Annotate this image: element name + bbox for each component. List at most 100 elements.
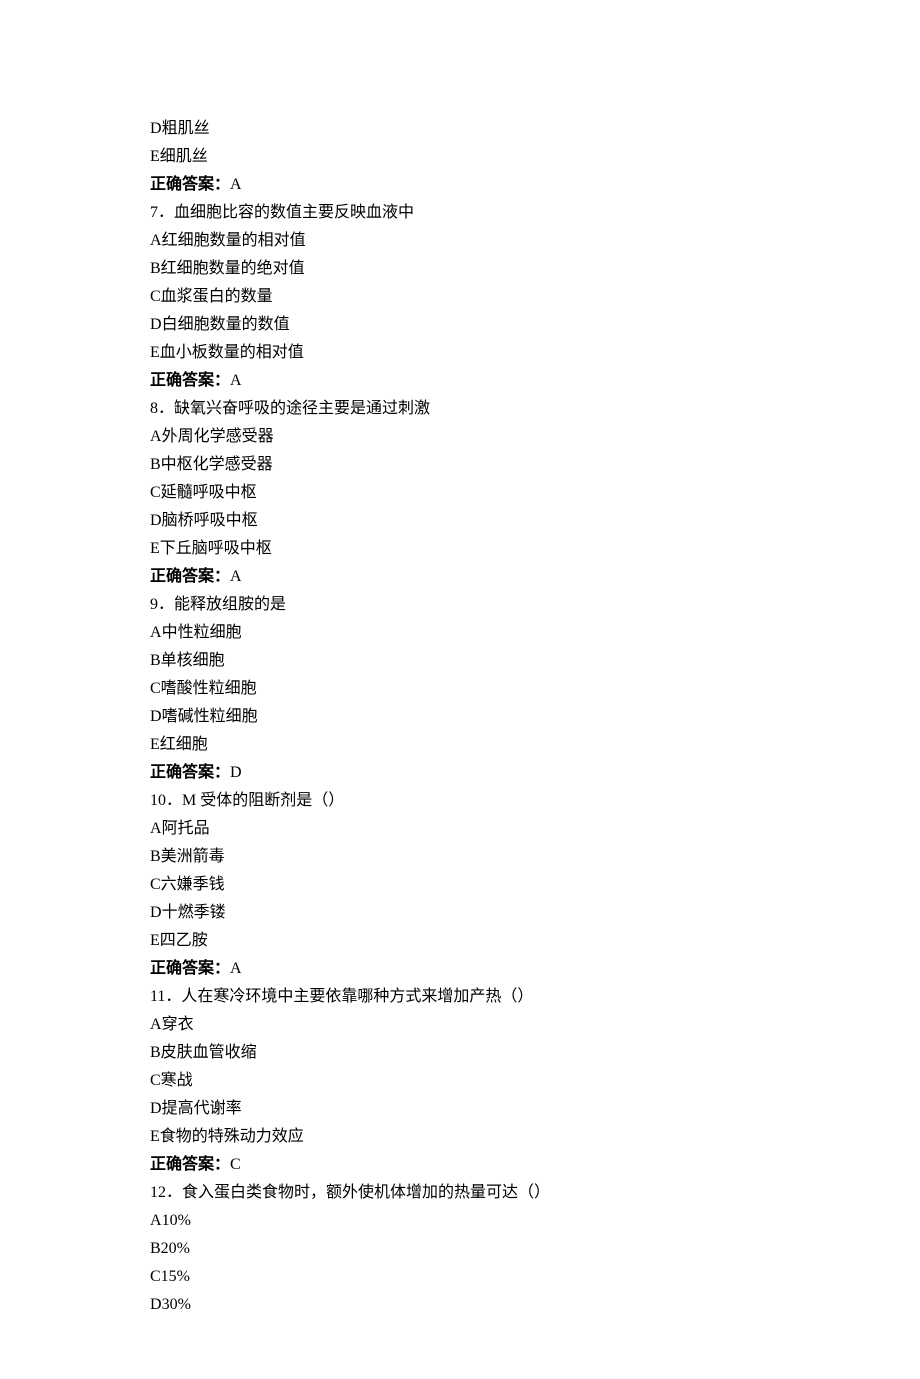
- option-label: A: [150, 1212, 162, 1229]
- question-sep: ．: [158, 204, 174, 221]
- question-text: 缺氧兴奋呼吸的途径主要是通过刺激: [174, 400, 430, 417]
- answer-line: 正确答案：A: [150, 367, 770, 395]
- option-line: B中枢化学感受器: [150, 451, 770, 479]
- answer-label: 正确答案：: [150, 1156, 230, 1173]
- question-number: 8: [150, 395, 158, 423]
- question-text: 食入蛋白类食物时，额外使机体增加的热量可达（）: [182, 1184, 550, 1201]
- answer-value: A: [230, 372, 242, 389]
- option-label: C: [150, 876, 161, 893]
- question-text: 能释放组胺的是: [174, 596, 286, 613]
- option-line: D十燃季镂: [150, 899, 770, 927]
- option-label: C: [150, 1072, 161, 1089]
- option-line: E细肌丝: [150, 143, 770, 171]
- question-text: 血细胞比容的数值主要反映血液中: [174, 204, 414, 221]
- option-text: 中性粒细胞: [162, 624, 242, 641]
- option-text: 20%: [161, 1240, 190, 1257]
- option-label: B: [150, 848, 161, 865]
- option-label: A: [150, 428, 162, 445]
- question-number: 12: [150, 1179, 166, 1207]
- question-stem: 10．M 受体的阻断剂是（）: [150, 787, 770, 815]
- option-text: 皮肤血管收缩: [161, 1044, 257, 1061]
- option-line: E红细胞: [150, 731, 770, 759]
- option-line: E食物的特殊动力效应: [150, 1123, 770, 1151]
- option-label: D: [150, 708, 162, 725]
- option-label: E: [150, 1128, 160, 1145]
- option-line: A10%: [150, 1207, 770, 1235]
- answer-label: 正确答案：: [150, 372, 230, 389]
- question-stem: 11．人在寒冷环境中主要依靠哪种方式来增加产热（）: [150, 983, 770, 1011]
- answer-value: A: [230, 568, 242, 585]
- answer-value: A: [230, 960, 242, 977]
- option-label: A: [150, 624, 162, 641]
- question-sep: ．: [166, 1184, 182, 1201]
- option-label: A: [150, 232, 162, 249]
- answer-label: 正确答案：: [150, 960, 230, 977]
- question-stem: 7．血细胞比容的数值主要反映血液中: [150, 199, 770, 227]
- option-line: C六嫌季钱: [150, 871, 770, 899]
- option-line: C血浆蛋白的数量: [150, 283, 770, 311]
- option-text: 白细胞数量的数值: [162, 316, 290, 333]
- question-number: 7: [150, 199, 158, 227]
- option-line: C寒战: [150, 1067, 770, 1095]
- document-page: D粗肌丝 E细肌丝 正确答案：A 7．血细胞比容的数值主要反映血液中 A红细胞数…: [0, 0, 920, 1379]
- question-sep: ．: [165, 988, 181, 1005]
- option-text: 10%: [162, 1212, 191, 1229]
- option-line: A阿托品: [150, 815, 770, 843]
- option-text: 嗜碱性粒细胞: [162, 708, 258, 725]
- question-text: 人在寒冷环境中主要依靠哪种方式来增加产热（）: [181, 988, 533, 1005]
- option-line: D粗肌丝: [150, 115, 770, 143]
- option-label: D: [150, 904, 162, 921]
- option-line: C嗜酸性粒细胞: [150, 675, 770, 703]
- option-text: 嗜酸性粒细胞: [161, 680, 257, 697]
- question-sep: ．: [158, 596, 174, 613]
- question-stem: 8．缺氧兴奋呼吸的途径主要是通过刺激: [150, 395, 770, 423]
- option-text: 血小板数量的相对值: [160, 344, 304, 361]
- question-sep: ．: [158, 400, 174, 417]
- option-line: B美洲箭毒: [150, 843, 770, 871]
- option-line: C15%: [150, 1263, 770, 1291]
- option-text: 粗肌丝: [162, 120, 210, 137]
- option-line: B20%: [150, 1235, 770, 1263]
- option-text: 美洲箭毒: [161, 848, 225, 865]
- option-line: B皮肤血管收缩: [150, 1039, 770, 1067]
- question-sep: ．: [166, 792, 182, 809]
- option-line: B红细胞数量的绝对值: [150, 255, 770, 283]
- answer-label: 正确答案：: [150, 176, 230, 193]
- option-text: 单核细胞: [161, 652, 225, 669]
- option-line: A外周化学感受器: [150, 423, 770, 451]
- option-label: B: [150, 1240, 161, 1257]
- answer-value: A: [230, 176, 242, 193]
- option-text: 阿托品: [162, 820, 210, 837]
- option-label: C: [150, 484, 161, 501]
- answer-value: C: [230, 1156, 241, 1173]
- option-label: E: [150, 932, 160, 949]
- option-line: A中性粒细胞: [150, 619, 770, 647]
- option-text: 延髓呼吸中枢: [161, 484, 257, 501]
- option-text: 红细胞数量的相对值: [162, 232, 306, 249]
- option-label: D: [150, 1296, 162, 1313]
- option-label: B: [150, 456, 161, 473]
- option-line: B单核细胞: [150, 647, 770, 675]
- option-label: B: [150, 652, 161, 669]
- option-line: D脑桥呼吸中枢: [150, 507, 770, 535]
- option-text: 提高代谢率: [162, 1100, 242, 1117]
- answer-label: 正确答案：: [150, 568, 230, 585]
- option-line: C延髓呼吸中枢: [150, 479, 770, 507]
- option-text: 外周化学感受器: [162, 428, 274, 445]
- option-text: 下丘脑呼吸中枢: [160, 540, 272, 557]
- option-text: 十燃季镂: [162, 904, 226, 921]
- option-text: 六嫌季钱: [161, 876, 225, 893]
- option-label: C: [150, 680, 161, 697]
- option-text: 细肌丝: [160, 148, 208, 165]
- question-stem: 9．能释放组胺的是: [150, 591, 770, 619]
- question-stem: 12．食入蛋白类食物时，额外使机体增加的热量可达（）: [150, 1179, 770, 1207]
- option-line: E下丘脑呼吸中枢: [150, 535, 770, 563]
- option-text: 红细胞: [160, 736, 208, 753]
- option-line: D提高代谢率: [150, 1095, 770, 1123]
- option-label: E: [150, 540, 160, 557]
- option-line: D嗜碱性粒细胞: [150, 703, 770, 731]
- option-label: C: [150, 288, 161, 305]
- option-text: 食物的特殊动力效应: [160, 1128, 304, 1145]
- answer-line: 正确答案：C: [150, 1151, 770, 1179]
- option-line: A红细胞数量的相对值: [150, 227, 770, 255]
